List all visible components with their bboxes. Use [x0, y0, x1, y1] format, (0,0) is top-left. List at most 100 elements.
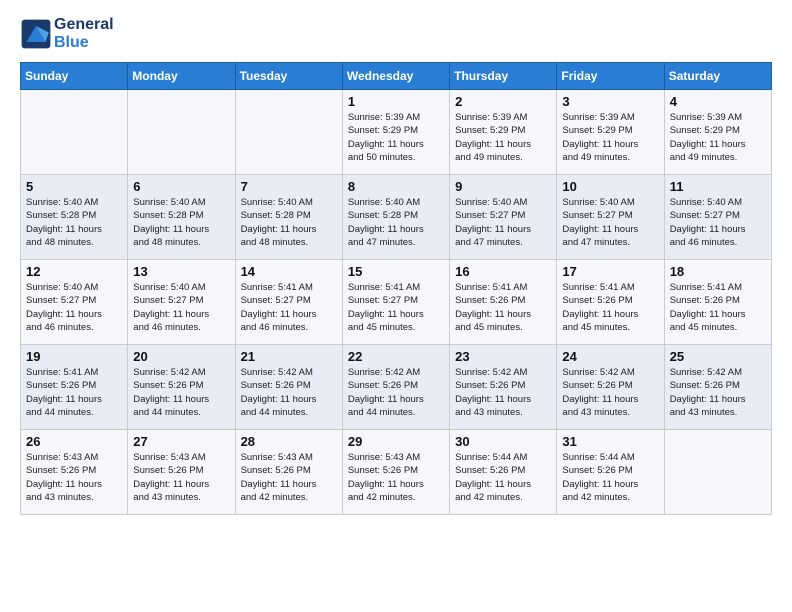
calendar-cell: 3Sunrise: 5:39 AMSunset: 5:29 PMDaylight… — [557, 90, 664, 175]
day-number: 28 — [241, 434, 337, 449]
day-number: 9 — [455, 179, 551, 194]
calendar-cell: 28 Sunrise: 5:43 AMSunset: 5:26 PMDayligh… — [235, 430, 342, 515]
calendar-cell: 8 Sunrise: 5:40 AMSunset: 5:28 PMDaylight… — [342, 175, 449, 260]
calendar-cell — [664, 430, 771, 515]
calendar-cell: 6 Sunrise: 5:40 AMSunset: 5:28 PMDaylight… — [128, 175, 235, 260]
cell-info: Sunrise: 5:39 AMSunset: 5:29 PMDaylight:… — [348, 111, 444, 164]
day-number: 26 — [26, 434, 122, 449]
day-number: 19 — [26, 349, 122, 364]
day-number: 23 — [455, 349, 551, 364]
calendar-week-row: 5 Sunrise: 5:40 AMSunset: 5:28 PMDaylight… — [21, 175, 772, 260]
cell-info: Sunrise: 5:43 AMSunset: 5:26 PMDaylight:… — [348, 451, 444, 504]
calendar-cell: 18 Sunrise: 5:41 AMSunset: 5:26 PMDayligh… — [664, 260, 771, 345]
day-number: 29 — [348, 434, 444, 449]
calendar-cell: 14 Sunrise: 5:41 AMSunset: 5:27 PMDayligh… — [235, 260, 342, 345]
calendar-cell — [128, 90, 235, 175]
calendar-cell: 10Sunrise: 5:40 AMSunset: 5:27 PMDayligh… — [557, 175, 664, 260]
calendar-cell: 30 Sunrise: 5:44 AMSunset: 5:26 PMDayligh… — [450, 430, 557, 515]
cell-info: Sunrise: 5:40 AMSunset: 5:27 PMDaylight:… — [133, 281, 229, 334]
day-number: 18 — [670, 264, 766, 279]
cell-info: Sunrise: 5:41 AMSunset: 5:26 PMDaylight:… — [26, 366, 122, 419]
day-number: 30 — [455, 434, 551, 449]
logo: General Blue — [20, 16, 114, 52]
cell-info: Sunrise: 5:40 AMSunset: 5:27 PMDaylight:… — [670, 196, 766, 249]
cell-info: Sunrise: 5:44 AMSunset: 5:26 PMDaylight:… — [562, 451, 658, 504]
day-number: 7 — [241, 179, 337, 194]
calendar-cell: 7Sunrise: 5:40 AMSunset: 5:28 PMDaylight… — [235, 175, 342, 260]
day-number: 3 — [562, 94, 658, 109]
weekday-header-sunday: Sunday — [21, 63, 128, 90]
cell-info: Sunrise: 5:40 AMSunset: 5:27 PMDaylight:… — [455, 196, 551, 249]
cell-info: Sunrise: 5:43 AMSunset: 5:26 PMDaylight:… — [241, 451, 337, 504]
day-number: 17 — [562, 264, 658, 279]
cell-info: Sunrise: 5:41 AMSunset: 5:27 PMDaylight:… — [241, 281, 337, 334]
weekday-header-thursday: Thursday — [450, 63, 557, 90]
day-number: 25 — [670, 349, 766, 364]
day-number: 8 — [348, 179, 444, 194]
calendar-cell: 17 Sunrise: 5:41 AMSunset: 5:26 PMDayligh… — [557, 260, 664, 345]
day-number: 2 — [455, 94, 551, 109]
day-number: 22 — [348, 349, 444, 364]
calendar-cell: 16 Sunrise: 5:41 AMSunset: 5:26 PMDayligh… — [450, 260, 557, 345]
cell-info: Sunrise: 5:42 AMSunset: 5:26 PMDaylight:… — [348, 366, 444, 419]
cell-info: Sunrise: 5:41 AMSunset: 5:26 PMDaylight:… — [562, 281, 658, 334]
weekday-header-tuesday: Tuesday — [235, 63, 342, 90]
day-number: 4 — [670, 94, 766, 109]
day-number: 16 — [455, 264, 551, 279]
calendar-week-row: 19 Sunrise: 5:41 AMSunset: 5:26 PMDayligh… — [21, 345, 772, 430]
calendar-page: General Blue SundayMondayTuesdayWednesda… — [0, 0, 792, 612]
calendar-cell: 5 Sunrise: 5:40 AMSunset: 5:28 PMDaylight… — [21, 175, 128, 260]
cell-info: Sunrise: 5:41 AMSunset: 5:26 PMDaylight:… — [455, 281, 551, 334]
calendar-week-row: 1Sunrise: 5:39 AMSunset: 5:29 PMDaylight… — [21, 90, 772, 175]
calendar-cell — [21, 90, 128, 175]
calendar-table: SundayMondayTuesdayWednesdayThursdayFrid… — [20, 62, 772, 515]
calendar-cell: 1Sunrise: 5:39 AMSunset: 5:29 PMDaylight… — [342, 90, 449, 175]
calendar-cell: 26 Sunrise: 5:43 AMSunset: 5:26 PMDayligh… — [21, 430, 128, 515]
weekday-header-row: SundayMondayTuesdayWednesdayThursdayFrid… — [21, 63, 772, 90]
calendar-cell: 31 Sunrise: 5:44 AMSunset: 5:26 PMDayligh… — [557, 430, 664, 515]
cell-info: Sunrise: 5:40 AMSunset: 5:27 PMDaylight:… — [26, 281, 122, 334]
logo-icon — [20, 18, 52, 50]
cell-info: Sunrise: 5:40 AMSunset: 5:28 PMDaylight:… — [348, 196, 444, 249]
day-number: 11 — [670, 179, 766, 194]
weekday-header-monday: Monday — [128, 63, 235, 90]
cell-info: Sunrise: 5:42 AMSunset: 5:26 PMDaylight:… — [562, 366, 658, 419]
day-number: 21 — [241, 349, 337, 364]
calendar-cell: 23 Sunrise: 5:42 AMSunset: 5:26 PMDayligh… — [450, 345, 557, 430]
weekday-header-saturday: Saturday — [664, 63, 771, 90]
day-number: 15 — [348, 264, 444, 279]
cell-info: Sunrise: 5:39 AMSunset: 5:29 PMDaylight:… — [670, 111, 766, 164]
weekday-header-friday: Friday — [557, 63, 664, 90]
day-number: 20 — [133, 349, 229, 364]
day-number: 5 — [26, 179, 122, 194]
calendar-cell: 12Sunrise: 5:40 AMSunset: 5:27 PMDayligh… — [21, 260, 128, 345]
day-number: 24 — [562, 349, 658, 364]
cell-info: Sunrise: 5:44 AMSunset: 5:26 PMDaylight:… — [455, 451, 551, 504]
day-number: 10 — [562, 179, 658, 194]
calendar-week-row: 12Sunrise: 5:40 AMSunset: 5:27 PMDayligh… — [21, 260, 772, 345]
logo-text: General Blue — [54, 16, 114, 52]
header: General Blue — [20, 16, 772, 52]
day-number: 31 — [562, 434, 658, 449]
cell-info: Sunrise: 5:43 AMSunset: 5:26 PMDaylight:… — [26, 451, 122, 504]
weekday-header-wednesday: Wednesday — [342, 63, 449, 90]
calendar-cell: 24 Sunrise: 5:42 AMSunset: 5:26 PMDayligh… — [557, 345, 664, 430]
day-number: 6 — [133, 179, 229, 194]
cell-info: Sunrise: 5:42 AMSunset: 5:26 PMDaylight:… — [455, 366, 551, 419]
calendar-week-row: 26 Sunrise: 5:43 AMSunset: 5:26 PMDayligh… — [21, 430, 772, 515]
cell-info: Sunrise: 5:39 AMSunset: 5:29 PMDaylight:… — [455, 111, 551, 164]
calendar-cell: 2 Sunrise: 5:39 AMSunset: 5:29 PMDaylight… — [450, 90, 557, 175]
cell-info: Sunrise: 5:42 AMSunset: 5:26 PMDaylight:… — [670, 366, 766, 419]
cell-info: Sunrise: 5:41 AMSunset: 5:26 PMDaylight:… — [670, 281, 766, 334]
day-number: 13 — [133, 264, 229, 279]
calendar-cell: 27Sunrise: 5:43 AMSunset: 5:26 PMDayligh… — [128, 430, 235, 515]
day-number: 14 — [241, 264, 337, 279]
cell-info: Sunrise: 5:40 AMSunset: 5:28 PMDaylight:… — [133, 196, 229, 249]
calendar-cell: 13 Sunrise: 5:40 AMSunset: 5:27 PMDayligh… — [128, 260, 235, 345]
calendar-cell: 29 Sunrise: 5:43 AMSunset: 5:26 PMDayligh… — [342, 430, 449, 515]
cell-info: Sunrise: 5:40 AMSunset: 5:28 PMDaylight:… — [26, 196, 122, 249]
calendar-cell: 15Sunrise: 5:41 AMSunset: 5:27 PMDayligh… — [342, 260, 449, 345]
cell-info: Sunrise: 5:42 AMSunset: 5:26 PMDaylight:… — [241, 366, 337, 419]
calendar-cell: 11 Sunrise: 5:40 AMSunset: 5:27 PMDayligh… — [664, 175, 771, 260]
calendar-cell — [235, 90, 342, 175]
